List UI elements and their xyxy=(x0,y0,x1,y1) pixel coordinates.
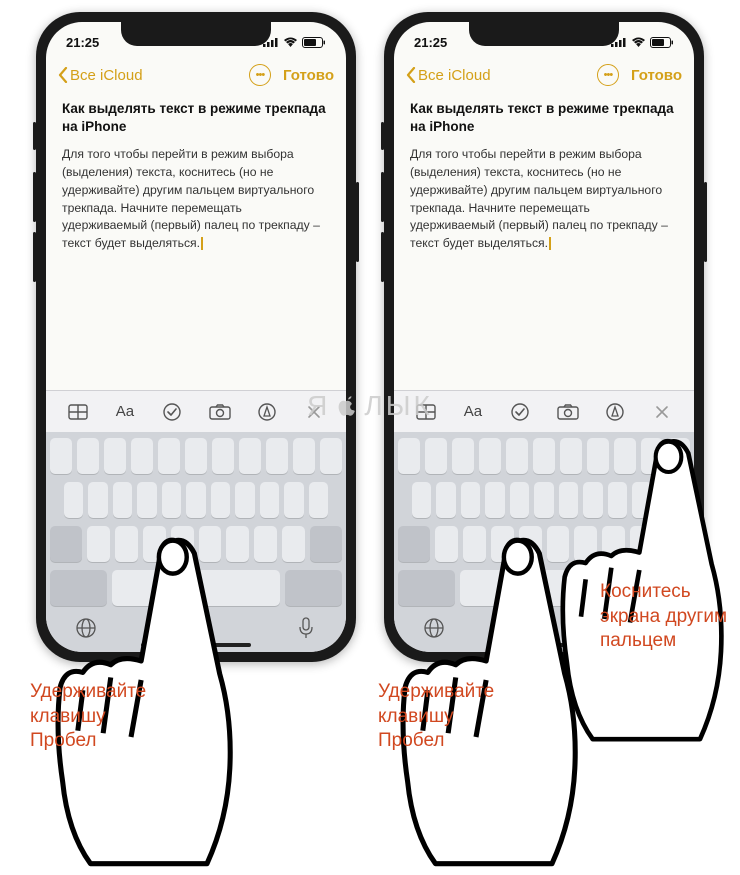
keyboard-trackpad-mode[interactable] xyxy=(46,432,346,652)
note-title: Как выделять текст в режиме трекпада на … xyxy=(62,100,330,136)
markup-icon[interactable] xyxy=(602,399,628,425)
globe-icon[interactable] xyxy=(422,616,446,640)
chevron-left-icon xyxy=(406,67,416,83)
spacebar-key[interactable] xyxy=(112,570,279,606)
caption-tap-second: Коснитесь экрана другим пальцем xyxy=(600,580,727,654)
checklist-icon[interactable] xyxy=(507,399,533,425)
note-body-text: Для того чтобы перейти в режим выбора (в… xyxy=(410,146,678,252)
status-time: 21:25 xyxy=(66,35,99,50)
caption-hold-space-right: Удерживайте клавишу Пробел xyxy=(378,680,494,754)
iphone-right: 21:25 Все iCloud ••• Готово Как выде xyxy=(384,12,704,662)
note-content[interactable]: Как выделять текст в режиме трекпада на … xyxy=(394,94,694,390)
battery-icon xyxy=(650,37,674,48)
more-button[interactable]: ••• xyxy=(597,64,619,86)
back-label: Все iCloud xyxy=(70,67,143,84)
wifi-icon xyxy=(283,37,298,48)
notch xyxy=(121,22,271,46)
text-style-button[interactable]: Aa xyxy=(460,399,486,425)
camera-icon[interactable] xyxy=(207,399,233,425)
keyboard-toolbar: Aa xyxy=(46,390,346,432)
checklist-icon[interactable] xyxy=(159,399,185,425)
done-button[interactable]: Готово xyxy=(283,67,334,84)
notch xyxy=(469,22,619,46)
more-button[interactable]: ••• xyxy=(249,64,271,86)
back-button[interactable]: Все iCloud xyxy=(58,67,143,84)
ellipsis-icon: ••• xyxy=(256,69,265,81)
close-toolbar-icon[interactable] xyxy=(301,399,327,425)
camera-icon[interactable] xyxy=(555,399,581,425)
status-time: 21:25 xyxy=(414,35,447,50)
markup-icon[interactable] xyxy=(254,399,280,425)
note-content[interactable]: Как выделять текст в режиме трекпада на … xyxy=(46,94,346,390)
microphone-icon[interactable] xyxy=(294,616,318,640)
back-label: Все iCloud xyxy=(418,67,491,84)
wifi-icon xyxy=(631,37,646,48)
nav-bar: Все iCloud ••• Готово xyxy=(394,56,694,94)
close-toolbar-icon[interactable] xyxy=(649,399,675,425)
table-icon[interactable] xyxy=(413,399,439,425)
done-button[interactable]: Готово xyxy=(631,67,682,84)
table-icon[interactable] xyxy=(65,399,91,425)
caption-hold-space-left: Удерживайте клавишу Пробел xyxy=(30,680,146,754)
note-title: Как выделять текст в режиме трекпада на … xyxy=(410,100,678,136)
home-indicator[interactable] xyxy=(489,643,599,647)
home-indicator[interactable] xyxy=(141,643,251,647)
text-style-button[interactable]: Aa xyxy=(112,399,138,425)
globe-icon[interactable] xyxy=(74,616,98,640)
iphone-left: 21:25 Все iCloud xyxy=(36,12,356,662)
back-button[interactable]: Все iCloud xyxy=(406,67,491,84)
keyboard-toolbar: Aa xyxy=(394,390,694,432)
text-cursor xyxy=(201,237,203,250)
text-cursor xyxy=(549,237,551,250)
ellipsis-icon: ••• xyxy=(604,69,613,81)
chevron-left-icon xyxy=(58,67,68,83)
note-body-text: Для того чтобы перейти в режим выбора (в… xyxy=(62,146,330,252)
nav-bar: Все iCloud ••• Готово xyxy=(46,56,346,94)
battery-icon xyxy=(302,37,326,48)
